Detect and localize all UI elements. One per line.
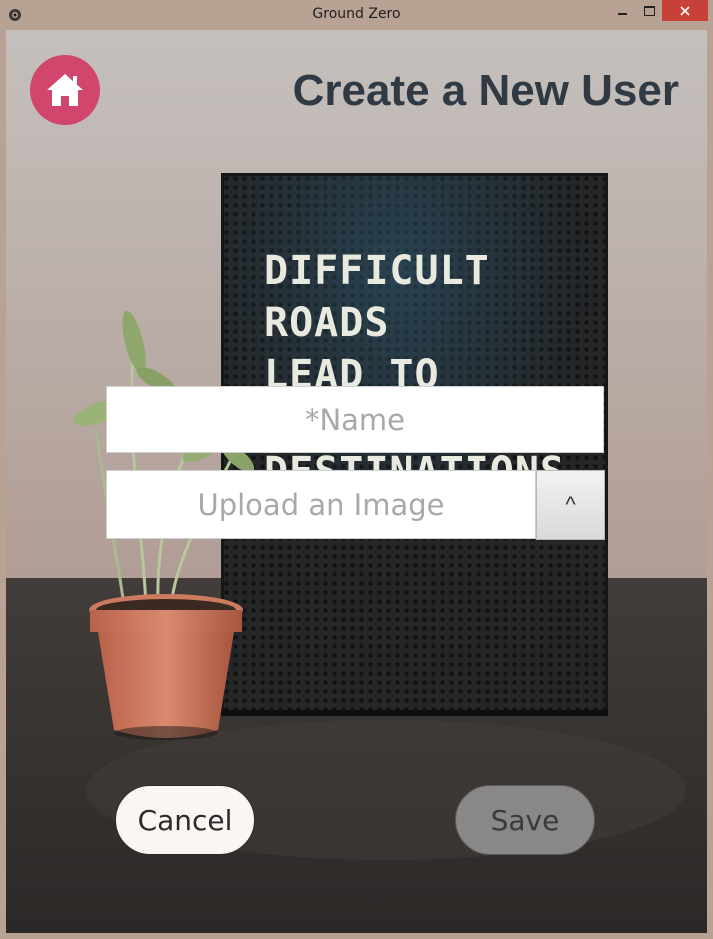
cancel-button-label: Cancel xyxy=(137,803,233,837)
close-icon xyxy=(680,5,690,16)
save-button[interactable]: Save xyxy=(455,785,595,855)
window-frame-bottom xyxy=(0,933,713,939)
window-title: Ground Zero xyxy=(312,6,401,22)
page-title: Create a New User xyxy=(292,66,679,115)
minimize-button[interactable] xyxy=(608,0,636,21)
name-input[interactable] xyxy=(106,386,604,453)
upload-image-field[interactable]: Upload an Image xyxy=(106,470,536,539)
upload-image-placeholder: Upload an Image xyxy=(197,487,445,522)
maximize-icon xyxy=(643,5,655,16)
close-button[interactable] xyxy=(662,0,708,21)
letterboard-line: DIFFICULT xyxy=(264,248,490,294)
maximize-button[interactable] xyxy=(636,0,662,21)
letterboard-line: ROADS xyxy=(264,300,389,346)
window-frame-right xyxy=(707,30,713,933)
caret-up-icon: ^ xyxy=(565,492,576,517)
minimize-icon xyxy=(617,13,627,15)
home-icon xyxy=(47,74,83,106)
client-area: DIFFICULT ROADS LEAD TO DESTINATIONS Cre… xyxy=(6,30,707,933)
upload-image-button[interactable]: ^ xyxy=(536,470,605,540)
title-bar: Ground Zero xyxy=(0,0,713,30)
cancel-button[interactable]: Cancel xyxy=(115,785,255,855)
home-button[interactable] xyxy=(30,55,100,125)
save-button-label: Save xyxy=(490,803,560,837)
